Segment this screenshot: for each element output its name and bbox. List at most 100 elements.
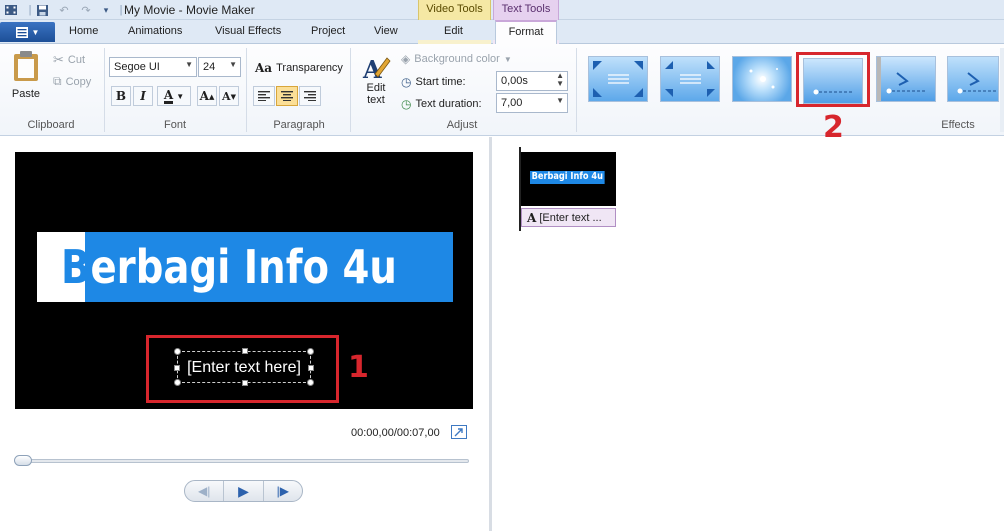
- seek-bar-thumb[interactable]: [14, 455, 32, 466]
- storyboard-clip-thumbnail[interactable]: Berbagi Info 4u: [521, 152, 616, 206]
- align-right-button[interactable]: [299, 86, 321, 106]
- bold-button[interactable]: B: [111, 86, 131, 106]
- text-duration-label: Text duration:: [415, 98, 482, 110]
- playback-timecode: 00:00,00/00:07,00: [351, 427, 440, 439]
- annotation-number-1: 1: [348, 350, 369, 385]
- shrink-font-button[interactable]: A ▼: [219, 86, 239, 106]
- italic-button[interactable]: I: [133, 86, 153, 106]
- background-color-button[interactable]: ◈ Background color ▼: [401, 52, 512, 66]
- align-center-icon: [281, 91, 293, 101]
- effect-zoom-out-icon: [665, 61, 715, 97]
- font-size-value: 24: [203, 61, 216, 73]
- movie-maker-window: | ↶ ↷ ▾ | My Movie - Movie Maker Video T…: [0, 0, 1004, 531]
- tab-visual-effects[interactable]: Visual Effects: [215, 25, 281, 37]
- seek-bar[interactable]: [16, 459, 469, 463]
- ribbon-separator: [576, 48, 577, 132]
- start-time-spinner[interactable]: 0,00s ▲ ▼: [496, 71, 568, 91]
- tab-edit[interactable]: Edit: [444, 25, 463, 37]
- paint-bucket-icon: ◈: [401, 52, 411, 66]
- fullscreen-preview-button[interactable]: [451, 425, 467, 439]
- paragraph-group-label: Paragraph: [273, 119, 325, 131]
- arrow-down-icon: ▼: [230, 91, 236, 101]
- storyboard-clip-title: Berbagi Info 4u: [530, 171, 605, 184]
- play-button[interactable]: ▶: [223, 481, 264, 501]
- annotation-number-2: 2: [823, 110, 844, 145]
- adjust-group-label: Adjust: [446, 119, 478, 131]
- align-left-icon: [258, 91, 270, 101]
- window-title: My Movie - Movie Maker: [124, 3, 255, 17]
- effect-thumbnail-swing-2[interactable]: [947, 56, 999, 102]
- effect-swing-2-icon: [957, 72, 996, 94]
- start-time-row: ◷ Start time:: [401, 75, 466, 89]
- save-icon[interactable]: [34, 2, 50, 18]
- effect-sparkle-icon: [749, 68, 778, 89]
- tab-view[interactable]: View: [374, 25, 398, 37]
- font-size-dropdown[interactable]: 24 ▼: [198, 57, 241, 77]
- start-time-value: 0,00s: [501, 75, 528, 87]
- font-color-button[interactable]: A ▼: [157, 86, 191, 106]
- tab-project[interactable]: Project: [311, 25, 345, 37]
- tab-home[interactable]: Home: [69, 25, 98, 37]
- effect-swing-icon: [886, 72, 927, 94]
- grow-font-letter: A: [199, 89, 209, 103]
- storyboard-caption-text: [Enter text ...: [539, 211, 602, 224]
- transparency-button[interactable]: Aa Transparency: [255, 61, 343, 75]
- ribbon-separator: [104, 48, 105, 132]
- title-rest: erbagi Info 4u: [90, 240, 397, 294]
- align-left-button[interactable]: [253, 86, 275, 106]
- text-duration-dropdown[interactable]: 7,00 ▼: [496, 93, 568, 113]
- start-time-label: Start time:: [415, 76, 466, 88]
- chevron-down-icon: ▼: [556, 96, 564, 105]
- context-tab-video-tools: Video Tools: [418, 0, 491, 20]
- tab-animations[interactable]: Animations: [128, 25, 182, 37]
- expand-arrow-icon: [454, 427, 463, 436]
- align-center-button[interactable]: [276, 86, 298, 106]
- edit-text-label-line2: text: [367, 94, 385, 106]
- effect-thumbnail-sparkle[interactable]: [732, 56, 792, 102]
- next-frame-button[interactable]: |▶: [264, 481, 302, 501]
- edit-text-label-line1: Edit: [366, 82, 386, 94]
- transparency-label: Transparency: [276, 62, 343, 74]
- tab-format-label: Format: [508, 26, 544, 38]
- next-frame-icon: |▶: [276, 484, 289, 498]
- title-overlay-text[interactable]: Berbagi Info 4u: [61, 240, 397, 294]
- playback-controls: ◀| ▶ |▶: [184, 480, 303, 502]
- cut-label: Cut: [67, 54, 86, 66]
- duration-clock-icon: ◷: [401, 97, 412, 111]
- font-color-letter: A: [163, 87, 174, 104]
- effects-gallery-scrollbar[interactable]: [1000, 48, 1004, 132]
- file-menu-icon: [15, 26, 28, 38]
- annotation-highlight-textbox: [146, 335, 339, 403]
- paste-button[interactable]: Paste: [9, 50, 43, 100]
- paste-icon: [14, 51, 38, 81]
- chevron-down-icon: ▼: [229, 60, 237, 69]
- pane-splitter[interactable]: [489, 137, 492, 531]
- undo-icon[interactable]: ↶: [56, 2, 72, 18]
- paste-label: Paste: [11, 88, 41, 100]
- arrow-up-icon: ▲: [208, 91, 215, 101]
- copy-label: Copy: [65, 75, 92, 88]
- copy-button[interactable]: ⧉ Copy: [53, 74, 91, 89]
- grow-font-button[interactable]: A ▲: [197, 86, 217, 106]
- effect-thumbnail-swing[interactable]: [876, 56, 936, 102]
- cut-button[interactable]: ✂ Cut: [53, 52, 85, 68]
- effect-zoom-in-icon: [593, 61, 643, 97]
- font-family-dropdown[interactable]: Segoe UI ▼: [109, 57, 197, 77]
- chevron-down-icon: ▼: [31, 27, 40, 37]
- previous-frame-button[interactable]: ◀|: [185, 481, 223, 501]
- redo-icon[interactable]: ↷: [78, 2, 94, 18]
- file-menu-button[interactable]: ▼: [0, 22, 55, 42]
- text-duration-value: 7,00: [501, 97, 523, 109]
- play-icon: ▶: [238, 482, 249, 499]
- edit-text-button[interactable]: A Edit text: [360, 52, 392, 106]
- text-duration-row: ◷ Text duration:: [401, 97, 482, 111]
- effect-thumbnail-zoom-in[interactable]: [588, 56, 648, 102]
- edit-text-pencil-icon: A: [362, 55, 391, 82]
- qat-customize-icon[interactable]: ▾: [98, 2, 114, 18]
- effect-thumbnail-zoom-out[interactable]: [660, 56, 720, 102]
- storyboard-caption-bar[interactable]: A [Enter text ...: [521, 208, 616, 227]
- title-overlay-band: Berbagi Info 4u: [37, 232, 453, 302]
- transparency-icon: Aa: [255, 61, 273, 75]
- ribbon-separator: [350, 48, 351, 132]
- tab-format[interactable]: Format: [495, 20, 557, 45]
